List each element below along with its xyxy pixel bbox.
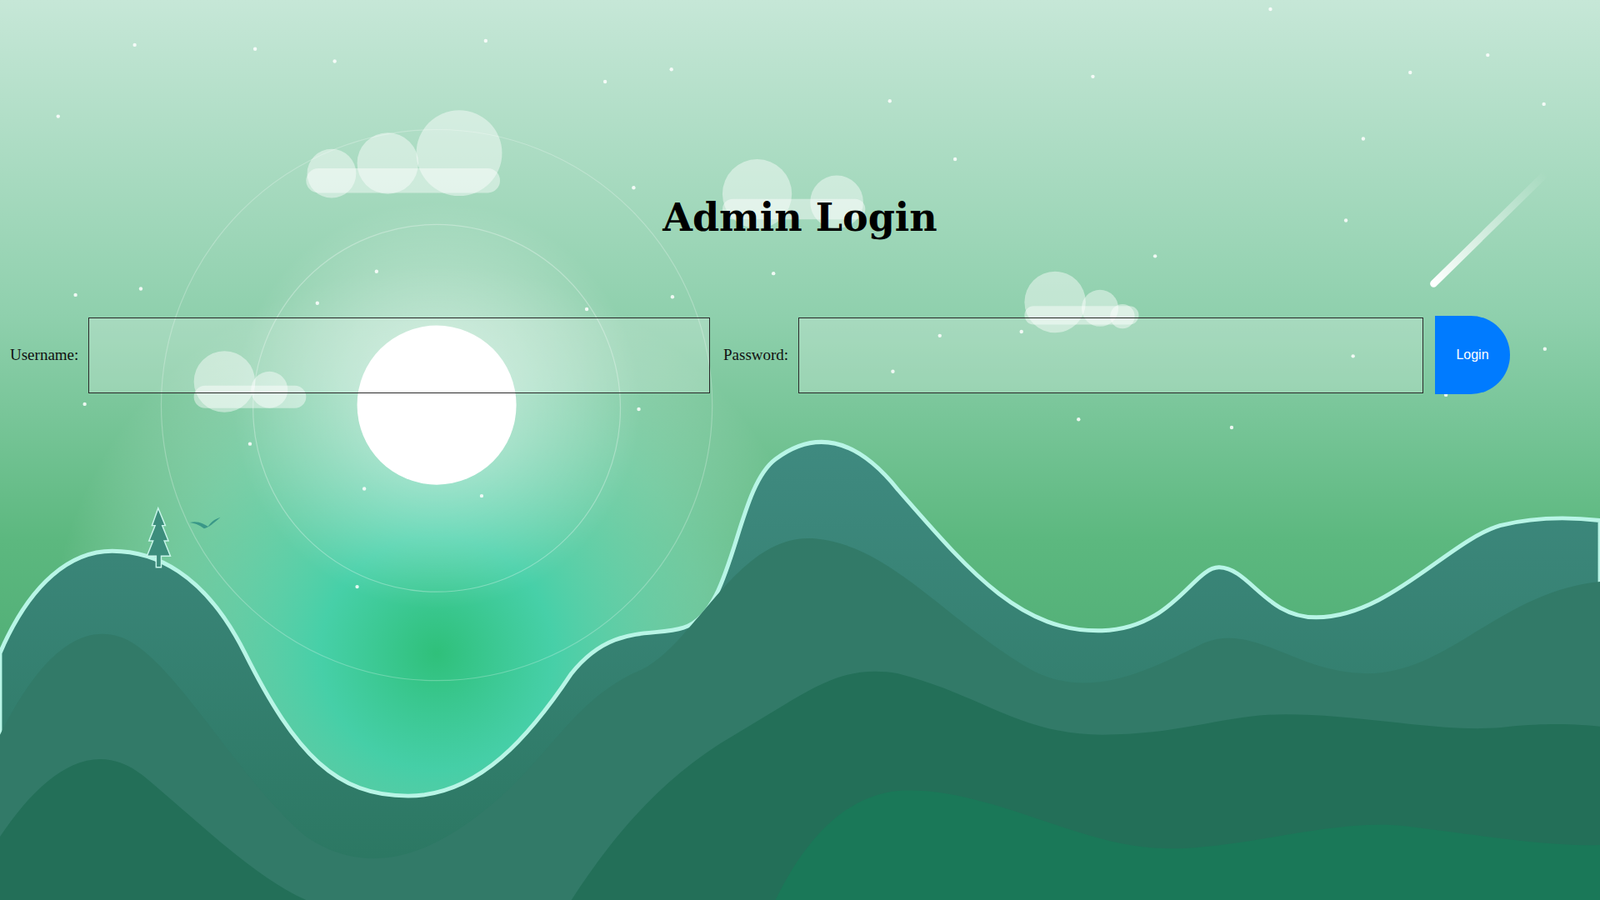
form-field: Password: [723, 317, 1424, 394]
field-label: Username: [10, 345, 79, 365]
login-page: Admin Login Username: Password: Login [0, 0, 1600, 900]
form-field: Username: [10, 317, 710, 394]
login-content: Admin Login Username: Password: Login [0, 0, 1600, 395]
field-label: Password: [723, 345, 789, 365]
login-button[interactable]: Login [1435, 315, 1510, 395]
username-input[interactable] [88, 317, 710, 394]
login-form: Username: Password: Login [0, 315, 1600, 395]
landscape-illustration [0, 0, 1600, 900]
page-title: Admin Login [0, 193, 1600, 242]
password-input[interactable] [798, 317, 1424, 394]
